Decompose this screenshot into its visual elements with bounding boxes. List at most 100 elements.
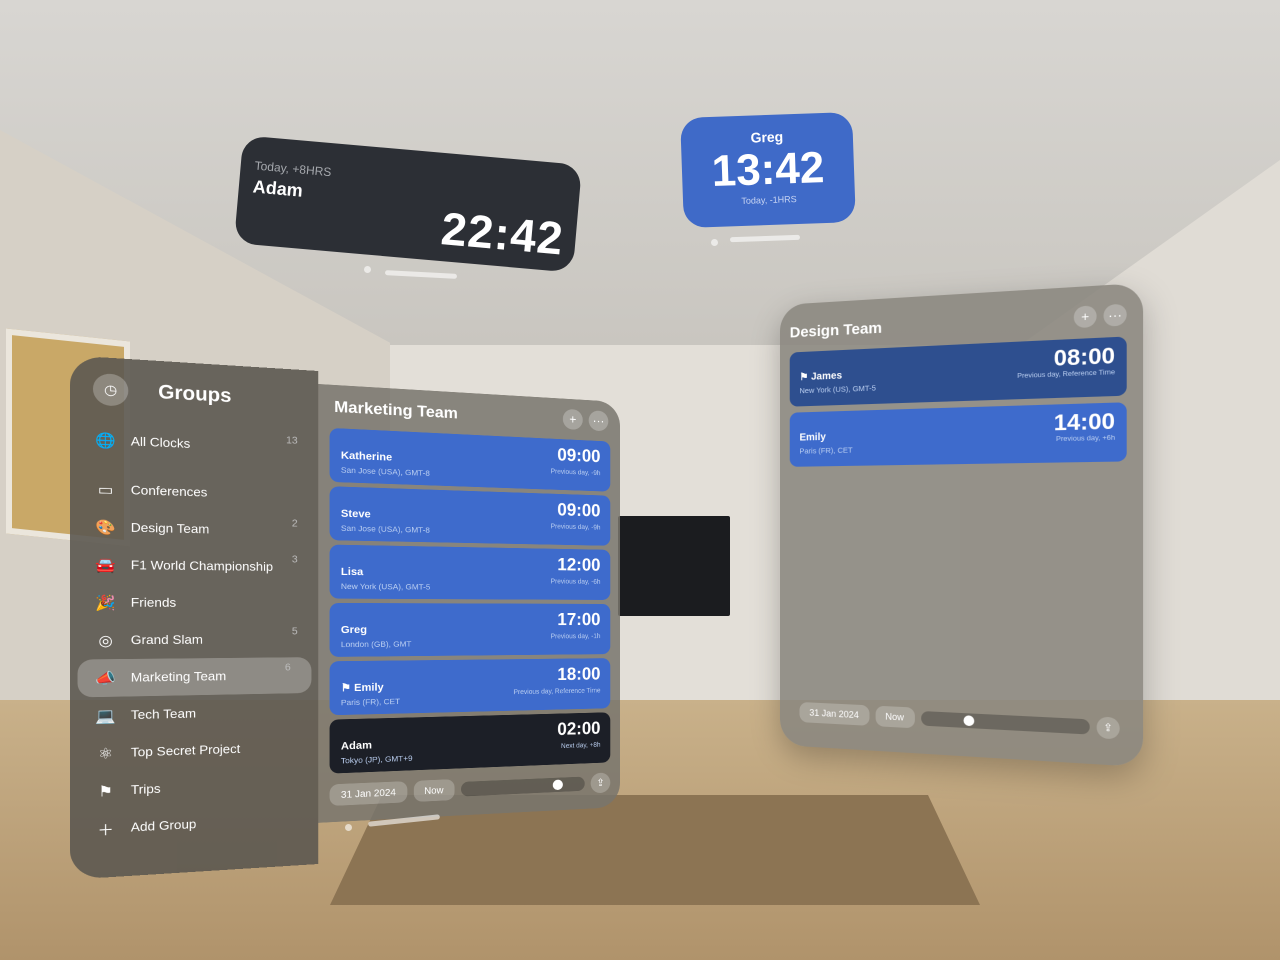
clock-offset: Previous day, -9h [550,523,601,532]
sidebar-item-label: Design Team [130,520,210,537]
clock-time: 02:00 [557,718,601,740]
signpost-icon: ⚑ [98,781,113,800]
sidebar-item-label: All Clocks [130,434,191,451]
sidebar-item-grand-slam[interactable]: ◎ Grand Slam 5 [70,621,318,659]
sidebar-item-label: Grand Slam [130,633,203,648]
clock-time: 12:00 [557,554,601,575]
add-clock-button[interactable]: + [1073,305,1097,329]
clock-location: Paris (FR), CET [799,445,853,456]
car-icon: 🚘 [95,555,116,574]
clock-name: Emily [799,431,826,444]
sidebar-item-conferences[interactable]: ▭ Conferences [70,469,318,514]
add-icon: ＋ [97,821,114,840]
clock-location: New York (USA), GMT-5 [340,581,431,592]
clock-offset: Previous day, Reference Time [1017,368,1116,381]
clock-location: New York (US), GMT-5 [799,383,876,396]
item-count: 6 [284,661,291,673]
widget-time: 22:42 [439,202,566,265]
design-team-window: Design Team + ··· ⚑ James New York (US), G… [780,282,1144,768]
clock-offset: Previous day, +6h [1056,434,1116,444]
sidebar-item-label: Marketing Team [130,669,227,685]
clock-card[interactable]: Greg London (GB), GMT 17:00 Previous day, -… [329,602,611,657]
clock-time: 09:00 [557,499,601,521]
globe-icon: 🌐 [95,430,116,449]
clock-location: San Jose (USA), GMT-8 [340,523,430,535]
date-button[interactable]: 31 Jan 2024 [329,781,407,807]
clock-location: San Jose (USA), GMT-8 [340,465,430,479]
scrubber-knob[interactable] [963,715,974,727]
clock-offset: Next day, +8h [561,741,601,751]
clock-offset: Previous day, -6h [550,578,601,586]
widget-subtitle: Today, +8HRS [254,158,332,180]
laptop-icon: 💻 [95,706,116,725]
time-scrubber[interactable] [920,710,1090,735]
sidebar-item-label: Trips [130,782,161,797]
item-count: 13 [286,434,298,446]
clock-time: 14:00 [1053,409,1116,436]
window-close-dot[interactable] [345,824,352,831]
clock-card[interactable]: Emily Paris (FR), CET 14:00 Previous day, +… [789,402,1127,467]
clock-card[interactable]: Adam Tokyo (JP), GMT+9 02:00 Next day, +8h [329,712,611,774]
clock-card[interactable]: ⚑ Emily Paris (FR), CET 18:00 Previous day,… [329,658,611,716]
clock-location: London (GB), GMT [340,639,412,650]
sidebar-item-friends[interactable]: 🎉 Friends [70,584,318,622]
item-count: 3 [291,553,298,565]
clock-offset: Previous day, Reference Time [513,687,601,697]
widget-time: 13:42 [710,143,826,196]
tennis-ball-icon: ◎ [98,631,113,649]
sidebar-item-label: Top Secret Project [130,742,241,760]
clock-location: Paris (FR), CET [340,696,401,708]
sidebar-item-label: Add Group [130,817,197,835]
date-button[interactable]: 31 Jan 2024 [799,701,870,726]
clock-card[interactable]: Lisa New York (USA), GMT-5 12:00 Previous d… [329,544,611,600]
palette-icon: 🎨 [95,517,116,536]
sidebar-item-label: Friends [130,595,177,610]
more-button[interactable]: ··· [588,410,609,432]
panel-title: Design Team [789,318,883,342]
clock-time: 17:00 [557,609,601,630]
app-icon[interactable]: ◷ [92,372,129,407]
clock-name: Adam [340,739,372,753]
add-clock-button[interactable]: + [562,408,583,431]
window-close-dot[interactable] [364,266,371,273]
sidebar-item-marketing-team[interactable]: 📣 Marketing Team 6 [77,657,312,698]
clock-time: 09:00 [557,445,601,467]
share-icon[interactable]: ⇪ [1096,716,1120,740]
now-button[interactable]: Now [413,779,455,802]
television [618,516,730,616]
greg-clock-widget[interactable]: Greg 13:42 Today, -1HRS [680,112,856,228]
clock-offset: Previous day, -1h [550,633,601,641]
widget-name: Adam [252,176,304,201]
sidebar-item-f1-world-championship[interactable]: 🚘 F1 World Championship 3 [70,545,318,585]
clock-name: ⚑ James [799,370,843,384]
atom-icon: ⚛ [98,744,113,762]
marketing-team-panel: Marketing Team + ··· Katherine San Jose (U… [318,383,620,823]
clock-name: Greg [340,624,368,637]
sidebar-item-label: Conferences [130,483,208,500]
clock-name: ⚑ Emily [340,681,384,695]
time-scrubber[interactable] [460,776,585,797]
sidebar-item-label: Tech Team [130,706,197,722]
clock-card[interactable]: Steve San Jose (USA), GMT-8 09:00 Previous … [329,486,611,546]
megaphone-icon: 📣 [95,668,116,687]
clock-location: Tokyo (JP), GMT+9 [340,753,413,766]
share-icon[interactable]: ⇪ [590,772,611,794]
clock-time: 18:00 [557,664,601,685]
sidebar-item-label: F1 World Championship [130,558,274,574]
clock-name: Steve [340,508,371,521]
scrubber-knob[interactable] [552,779,563,791]
more-button[interactable]: ··· [1103,303,1127,327]
item-count: 2 [291,517,298,529]
sidebar: ◷ Groups 🌐 All Clocks 13 ▭ Conferences 🎨 Desig… [69,355,319,880]
now-button[interactable]: Now [875,705,915,729]
panel-title: Marketing Team [334,397,458,423]
clock-offset: Previous day, -9h [550,468,601,478]
clock-time: 08:00 [1053,343,1116,372]
sidebar-title: Groups [158,381,232,407]
window-close-dot[interactable] [711,239,718,246]
groups-window: ◷ Groups 🌐 All Clocks 13 ▭ Conferences 🎨 Desig… [69,355,620,880]
item-count: 5 [291,625,298,637]
presentation-icon: ▭ [97,480,114,498]
sidebar-item-design-team[interactable]: 🎨 Design Team 2 [70,507,318,549]
clock-name: Katherine [340,449,393,464]
